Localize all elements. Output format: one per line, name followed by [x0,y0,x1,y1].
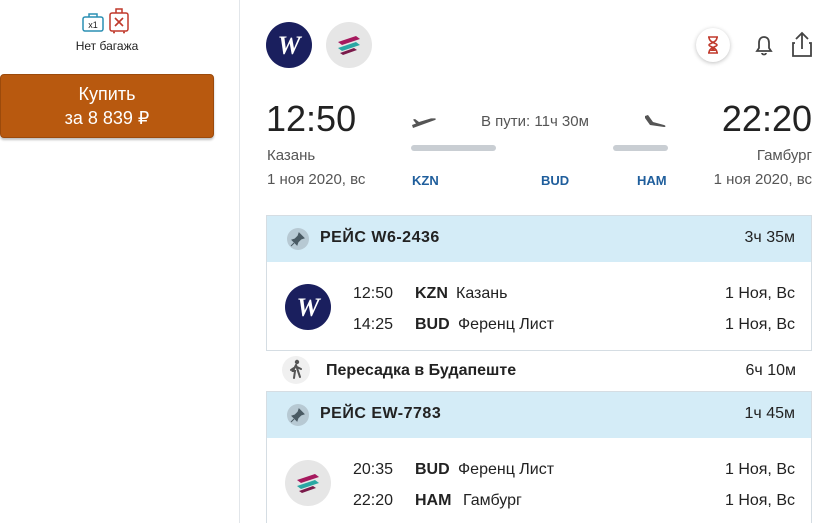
flight-duration: 3ч 35м [744,229,795,246]
segment-header: РЕЙС EW-7783 1ч 45м [267,392,811,438]
flight-details: W 12:50 22:20 Казань Гамбург 1 ноя 2020,… [241,0,820,523]
segment-arr-city: Ференц Лист [458,316,555,333]
wizzair-logo: W [266,22,312,68]
route-segment-bar [613,145,668,151]
segment-dep-city: Ференц Лист [458,461,555,478]
segment-dep-code: BUD [415,461,450,478]
segment-arr-date: 1 Ноя, Вс [724,492,795,509]
buy-button[interactable]: Купить за 8 839 ₽ [0,74,214,138]
departure-date: 1 ноя 2020, вс [267,171,366,188]
segment-arr-code: HAM [415,492,452,509]
segment-dep-time: 12:50 [353,285,394,302]
plane-takeoff-icon [412,118,436,128]
eurowings-logo [285,460,331,506]
flight-duration: 1ч 45м [744,405,795,422]
sidebar: x1 Нет багажа Купить за 8 839 ₽ [0,0,240,523]
segment-arr-time: 14:25 [353,316,394,333]
svg-text:W: W [296,293,321,322]
departure-city: Казань [267,147,316,164]
buy-button-label: Купить [78,84,136,104]
segment-arr-code: BUD [415,316,450,333]
arrival-date: 1 ноя 2020, вс [713,171,812,188]
arrival-time: 22:20 [721,98,812,139]
eurowings-logo [326,22,372,68]
segment-dep-time: 20:35 [353,461,394,478]
flight-number: РЕЙС W6-2436 [320,229,440,246]
segment-arr-date: 1 Ноя, Вс [724,316,795,333]
departure-time: 12:50 [266,98,357,139]
handbag-badge: x1 [88,20,98,30]
wizzair-logo: W [285,284,331,330]
transfer-row: Пересадка в Будапеште 6ч 10м [266,352,812,390]
segment-dep-date: 1 Ноя, Вс [724,461,795,478]
plane-landing-icon [645,115,666,127]
bell-icon[interactable] [747,28,781,62]
total-duration: В пути: 11ч 30м [481,113,589,130]
flight-segment: РЕЙС EW-7783 1ч 45м 20:35 BUD Ференц Лис… [266,391,812,523]
transfer-label: Пересадка в Будапеште [326,362,517,379]
buy-button-price: за 8 839 ₽ [64,108,150,128]
route-segment-bar [411,145,496,151]
segment-arr-time: 22:20 [353,492,394,509]
flight-number: РЕЙС EW-7783 [320,405,442,422]
suitcase-crossed-icon [109,8,129,34]
pin-icon[interactable] [287,404,309,426]
hourglass-icon[interactable] [696,28,730,62]
segment-dep-city: Казань [456,285,508,302]
flight-segment: РЕЙС W6-2436 3ч 35м W 12:50 KZN Казань 1… [266,215,812,351]
baggage-icons: x1 [80,8,140,34]
origin-code: KZN [412,173,439,188]
walking-person-icon [282,356,310,384]
transit-code: BUD [541,173,570,188]
transfer-duration: 6ч 10м [745,362,796,379]
arrival-city: Гамбург [756,147,812,164]
handbag-icon: x1 [82,13,104,32]
destination-code: HAM [637,173,667,188]
segment-header: РЕЙС W6-2436 3ч 35м [267,216,811,262]
segment-dep-date: 1 Ноя, Вс [724,285,795,302]
share-icon[interactable] [785,28,819,62]
svg-text:W: W [277,31,302,60]
pin-icon[interactable] [287,228,309,250]
segment-dep-code: KZN [415,285,448,302]
segment-arr-city: Гамбург [463,492,522,509]
baggage-label: Нет багажа [75,39,139,53]
